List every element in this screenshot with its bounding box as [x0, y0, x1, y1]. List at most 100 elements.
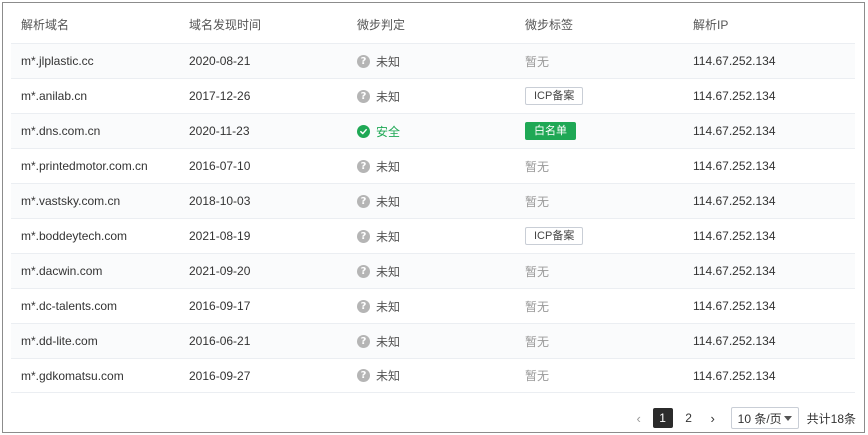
cell-domain: m*.gdkomatsu.com	[21, 368, 124, 383]
header-tag: 微步标签	[525, 17, 574, 32]
cell-ip: 114.67.252.134	[693, 124, 776, 138]
verdict-label: 安全	[376, 124, 401, 139]
verdict-label: 未知	[376, 194, 401, 209]
verdict: ? 未知	[357, 298, 515, 315]
no-tag-text: 暂无	[525, 264, 550, 279]
verdict-label: 未知	[376, 159, 401, 174]
verdict-label: 未知	[376, 334, 401, 349]
verdict-label: 未知	[376, 299, 401, 314]
cell-tag: 暂无	[515, 263, 683, 280]
cell-ip: 114.67.252.134	[693, 299, 776, 313]
table-row: m*.dd-lite.com 2016-06-21? 未知 暂无 114.67.252.…	[11, 323, 855, 358]
cell-ip: 114.67.252.134	[693, 334, 776, 348]
verdict-label: 未知	[376, 54, 401, 69]
cell-verdict: ? 未知	[347, 298, 515, 315]
cell-tag: ICP备案	[515, 227, 683, 245]
question-circle-icon: ?	[357, 194, 370, 208]
domain-resolution-panel: 解析域名 域名发现时间 微步判定 微步标签 解析IP m*.jlplastic.…	[2, 2, 865, 433]
header-verdict: 微步判定	[357, 17, 406, 32]
icp-tag: ICP备案	[525, 227, 584, 245]
table-row: m*.anilab.cn 2017-12-26? 未知 ICP备案 114.67.252…	[11, 78, 855, 113]
cell-domain: m*.anilab.cn	[21, 89, 88, 103]
cell-verdict: 安全	[347, 123, 515, 140]
check-circle-icon	[357, 124, 370, 138]
table-row: m*.dns.com.cn 2020-11-23 安全 白名单 114.67.252.1…	[11, 113, 855, 148]
question-circle-icon: ?	[357, 334, 370, 348]
verdict: ? 未知	[357, 228, 515, 245]
no-tag-text: 暂无	[525, 299, 550, 314]
cell-verdict: ? 未知	[347, 53, 515, 70]
cell-tag: 暂无	[515, 53, 683, 70]
question-circle-icon: ?	[357, 54, 370, 68]
verdict: ? 未知	[357, 367, 515, 384]
chevron-left-icon[interactable]: ‹	[631, 411, 647, 426]
verdict-label: 未知	[376, 264, 401, 279]
table-row: m*.dc-talents.com 2016-09-17? 未知 暂无 114.67.2…	[11, 288, 855, 323]
cell-discovery-date: 2016-06-21	[189, 334, 251, 348]
table-row: m*.vastsky.com.cn 2018-10-03? 未知 暂无 114.67.2…	[11, 183, 855, 218]
verdict: ? 未知	[357, 53, 515, 70]
cell-ip: 114.67.252.134	[693, 89, 776, 103]
cell-ip: 114.67.252.134	[693, 54, 776, 68]
question-circle-icon: ?	[357, 264, 370, 278]
table-row: m*.dacwin.com 2021-09-20? 未知 暂无 114.67.252.1…	[11, 253, 855, 288]
cell-discovery-date: 2016-07-10	[189, 159, 251, 173]
cell-discovery-date: 2018-10-03	[189, 194, 251, 208]
cell-tag: ICP备案	[515, 87, 683, 105]
table-row: m*.printedmotor.com.cn 2016-07-10? 未知 暂无 114…	[11, 148, 855, 183]
cell-ip: 114.67.252.134	[693, 159, 776, 173]
question-circle-icon: ?	[357, 89, 370, 103]
cell-tag: 暂无	[515, 193, 683, 210]
pagination: ‹ 1 2 › 10 条/页 共计18条	[631, 407, 856, 429]
question-circle-icon: ?	[357, 369, 370, 382]
no-tag-text: 暂无	[525, 54, 550, 69]
cell-verdict: ? 未知	[347, 193, 515, 210]
cell-domain: m*.boddeytech.com	[21, 229, 128, 243]
verdict: ? 未知	[357, 263, 515, 280]
cell-domain: m*.dns.com.cn	[21, 124, 101, 138]
verdict: ? 未知	[357, 193, 515, 210]
cell-verdict: ? 未知	[347, 263, 515, 280]
cell-tag: 暂无	[515, 158, 683, 175]
page-2-button[interactable]: 2	[679, 408, 699, 428]
cell-domain: m*.dacwin.com	[21, 264, 103, 278]
chevron-right-icon[interactable]: ›	[705, 411, 721, 426]
caret-down-icon	[783, 415, 792, 421]
cell-discovery-date: 2016-09-27	[189, 368, 251, 383]
table-row: m*.gdkomatsu.com 2016-09-27? 未知 暂无 114.67.25…	[11, 358, 855, 393]
table-row: m*.jlplastic.cc 2020-08-21? 未知 暂无 114.67.252…	[11, 43, 855, 78]
verdict: ? 未知	[357, 88, 515, 105]
cell-discovery-date: 2020-08-21	[189, 54, 251, 68]
cell-tag: 白名单	[515, 122, 683, 140]
header-domain: 解析域名	[21, 17, 70, 32]
cell-discovery-date: 2021-08-19	[189, 229, 251, 243]
page-1-button[interactable]: 1	[652, 408, 673, 428]
page-size-value: 10 条/页	[737, 411, 782, 426]
domain-table: 解析域名 域名发现时间 微步判定 微步标签 解析IP m*.jlplastic.…	[11, 5, 855, 393]
cell-domain: m*.jlplastic.cc	[21, 54, 94, 68]
cell-discovery-date: 2020-11-23	[189, 124, 250, 138]
table-body: m*.jlplastic.cc 2020-08-21? 未知 暂无 114.67.252…	[11, 43, 855, 393]
cell-ip: 114.67.252.134	[693, 264, 776, 278]
no-tag-text: 暂无	[525, 369, 550, 383]
page-size-select[interactable]: 10 条/页	[730, 407, 799, 429]
verdict: ? 未知	[357, 158, 515, 175]
cell-tag: 暂无	[515, 333, 683, 350]
table-row: m*.boddeytech.com 2021-08-19? 未知 ICP备案 114.6…	[11, 218, 855, 253]
cell-discovery-date: 2021-09-20	[189, 264, 251, 278]
cell-verdict: ? 未知	[347, 88, 515, 105]
cell-domain: m*.vastsky.com.cn	[21, 194, 121, 208]
verdict-label: 未知	[376, 229, 401, 244]
cell-ip: 114.67.252.134	[693, 194, 776, 208]
header-discovery-time: 域名发现时间	[189, 17, 262, 32]
verdict-label: 未知	[376, 369, 401, 383]
cell-ip: 114.67.252.134	[693, 368, 776, 383]
question-circle-icon: ?	[357, 229, 370, 243]
cell-ip: 114.67.252.134	[693, 229, 776, 243]
cell-domain: m*.dd-lite.com	[21, 334, 98, 348]
cell-verdict: ? 未知	[347, 158, 515, 175]
verdict: 安全	[357, 123, 515, 140]
no-tag-text: 暂无	[525, 159, 550, 174]
question-circle-icon: ?	[357, 299, 370, 313]
cell-discovery-date: 2016-09-17	[189, 299, 251, 313]
